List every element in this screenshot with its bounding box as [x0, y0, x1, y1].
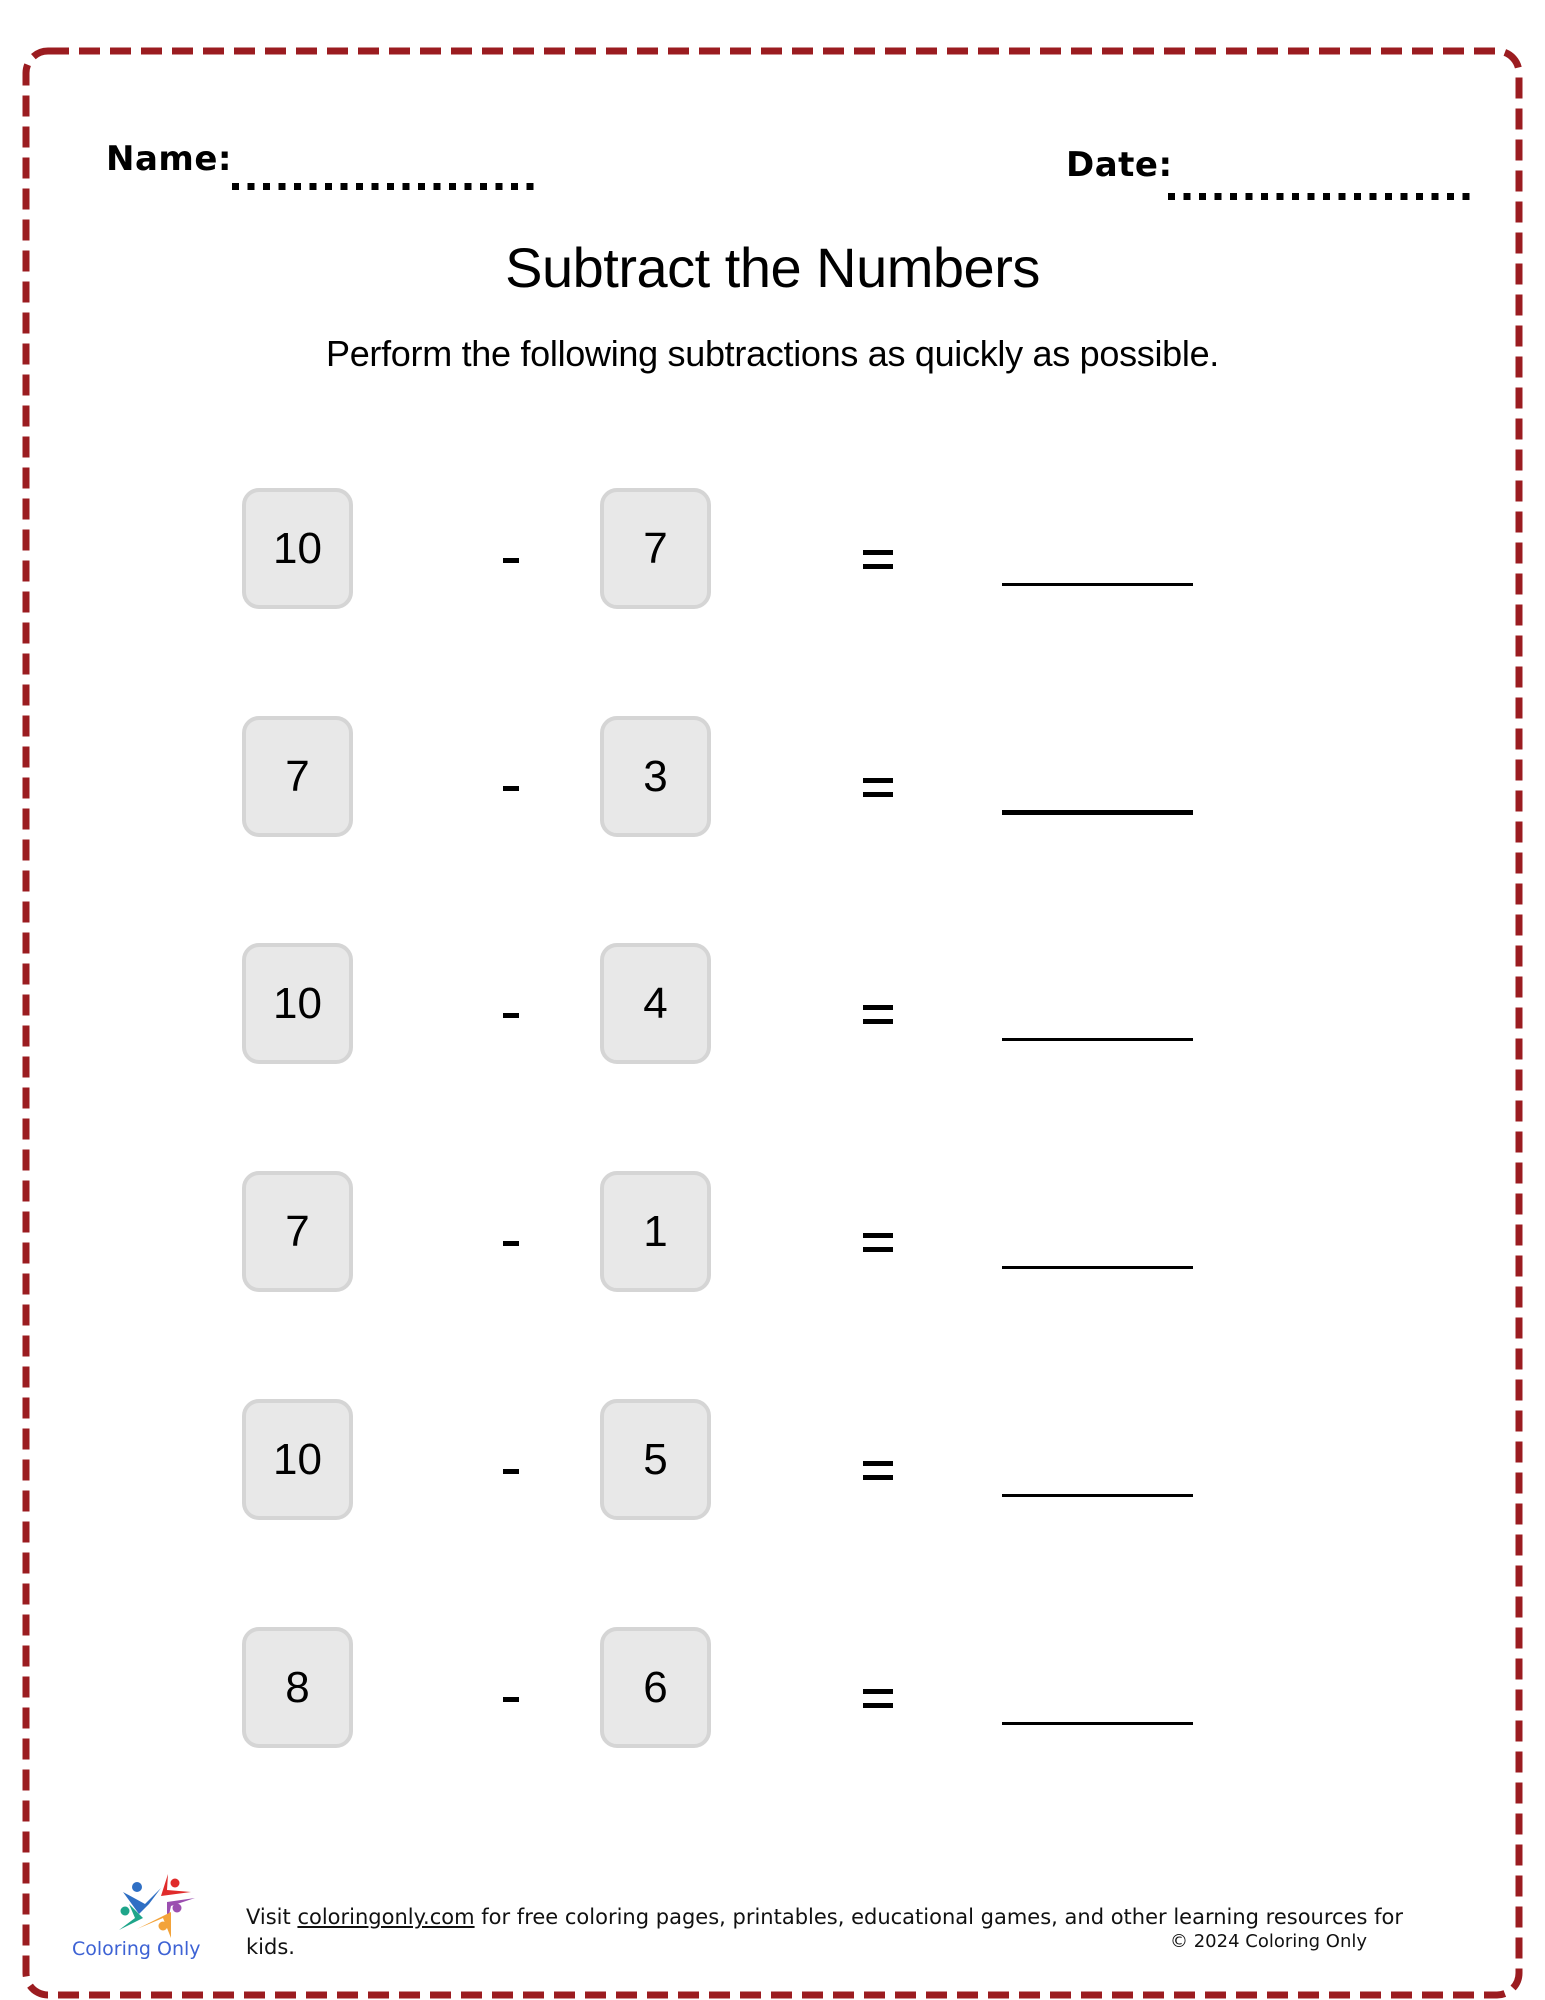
logo-text: Coloring Only [72, 1938, 201, 1960]
problem-row: 10 5 [0, 1399, 1545, 1520]
problem-row: 7 1 [0, 1171, 1545, 1292]
answer-line[interactable] [1002, 1038, 1193, 1041]
problem-row: 10 4 [0, 943, 1545, 1064]
minus-sign [503, 1013, 519, 1018]
problem-row: 8 6 [0, 1627, 1545, 1748]
subtrahend-box: 7 [600, 488, 711, 609]
equals-sign [863, 1233, 893, 1253]
coloring-only-logo-icon [119, 1874, 195, 1938]
subtrahend-box: 1 [600, 1171, 711, 1292]
subtrahend-box: 5 [600, 1399, 711, 1520]
answer-line[interactable] [1002, 583, 1193, 586]
subtrahend-box: 4 [600, 943, 711, 1064]
minus-sign [503, 1469, 519, 1474]
name-field[interactable] [232, 183, 542, 190]
subtrahend-box: 6 [600, 1627, 711, 1748]
answer-line[interactable] [1002, 1722, 1193, 1725]
minus-sign [503, 1697, 519, 1702]
equals-sign [863, 1689, 893, 1709]
answer-line[interactable] [1002, 1494, 1193, 1497]
answer-line[interactable] [1002, 1266, 1193, 1269]
minuend-box: 10 [242, 488, 353, 609]
minuend-box: 10 [242, 1399, 353, 1520]
name-label: Name: [106, 139, 232, 179]
footer-visit-prefix: Visit [246, 1905, 298, 1929]
date-label: Date: [1066, 145, 1173, 185]
minus-sign [503, 786, 519, 791]
problem-row: 7 3 [0, 716, 1545, 837]
minuend-box: 8 [242, 1627, 353, 1748]
equals-sign [863, 1005, 893, 1025]
date-field[interactable] [1168, 193, 1478, 200]
equals-sign [863, 550, 893, 570]
minuend-box: 10 [242, 943, 353, 1064]
page-title: Subtract the Numbers [505, 236, 1040, 299]
minus-sign [503, 1241, 519, 1246]
answer-line[interactable] [1002, 810, 1193, 815]
copyright-text: © 2024 Coloring Only [1170, 1931, 1368, 1952]
equals-sign [863, 1461, 893, 1481]
subtrahend-box: 3 [600, 716, 711, 837]
minuend-box: 7 [242, 716, 353, 837]
instructions: Perform the following subtractions as qu… [325, 333, 1220, 374]
equals-sign [863, 778, 893, 798]
coloringonly-link[interactable]: coloringonly.com [297, 1905, 474, 1929]
minuend-box: 7 [242, 1171, 353, 1292]
minus-sign [503, 558, 519, 563]
problem-row: 10 7 [0, 488, 1545, 609]
